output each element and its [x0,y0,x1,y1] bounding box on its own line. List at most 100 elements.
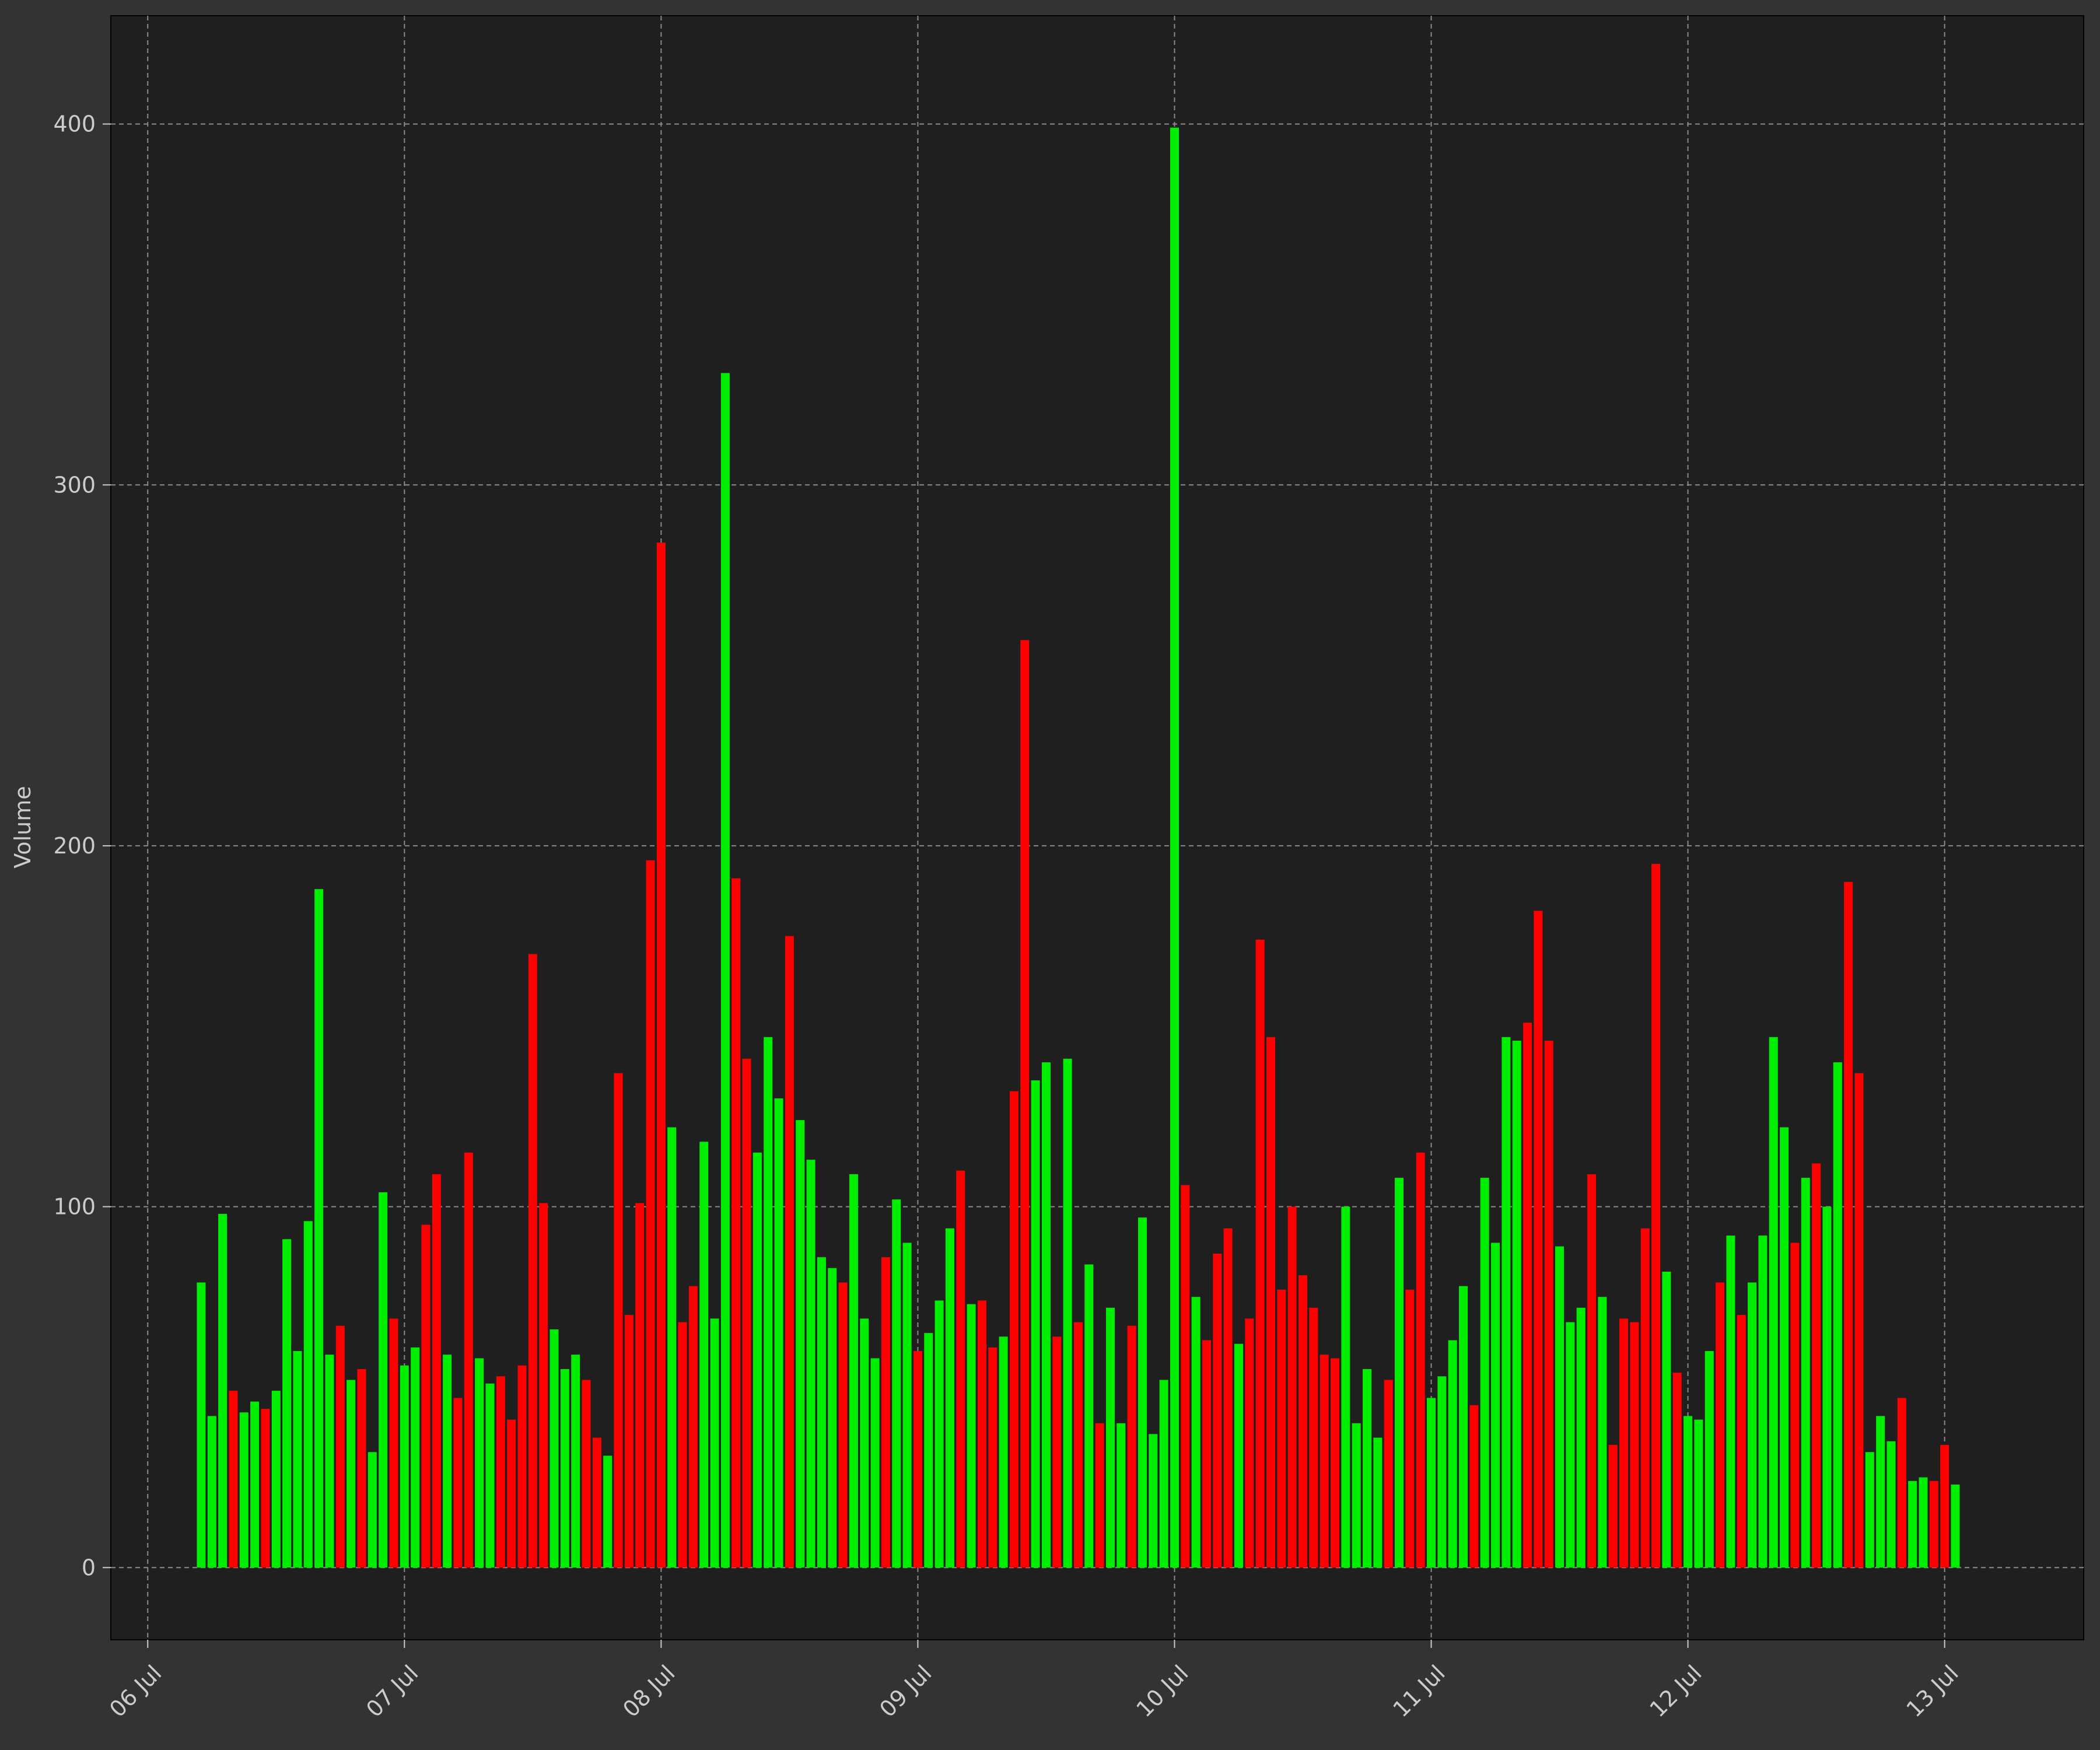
volume-bar-down [1737,1315,1746,1568]
volume-bar-down [389,1318,398,1568]
volume-bar-down [1544,1041,1553,1568]
volume-bar-down [1469,1405,1479,1568]
volume-bar-up [197,1282,206,1568]
volume-bar-down [881,1257,890,1568]
volume-bar-up [667,1127,677,1568]
volume-bar-down [624,1315,634,1568]
volume-bar-up [1822,1206,1832,1568]
volume-bar-up [1159,1380,1168,1568]
volume-bar-up [1598,1297,1607,1568]
volume-bar-up [902,1242,912,1568]
volume-bar-down [1223,1228,1233,1568]
volume-bar-up [1234,1343,1244,1568]
volume-bar-up [699,1142,709,1568]
volume-bar-down [453,1398,463,1568]
volume-bar-down [1213,1254,1222,1568]
volume-bar-down [913,1351,922,1568]
volume-bar-up [752,1152,762,1568]
volume-bar-up [1694,1419,1703,1568]
volume-bar-down [1266,1037,1276,1568]
volume-bar-up [796,1120,805,1568]
volume-bar-down [1844,881,1853,1568]
volume-bar-down [1405,1289,1415,1568]
volume-bar-down [688,1286,698,1568]
volume-bar-down [1277,1289,1286,1568]
volume-bar-down [1287,1206,1297,1568]
volume-bar-down [1790,1242,1800,1568]
volume-bar-up [1084,1264,1094,1568]
volume-bar-down [507,1419,516,1568]
volume-bar-up [1191,1297,1200,1568]
volume-bar-down [1630,1322,1639,1568]
y-tick-label: 100 [53,1194,96,1220]
volume-bar-up [1780,1127,1789,1568]
volume-bar-down [229,1391,238,1568]
volume-bar-up [293,1351,302,1568]
volume-bar-up [710,1318,719,1568]
volume-bar-down [1245,1318,1254,1568]
volume-bar-down [678,1322,687,1568]
volume-bar-down [357,1369,366,1568]
volume-bar-up [1908,1480,1917,1568]
volume-bar-down [517,1365,527,1568]
volume-bar-up [945,1228,954,1568]
volume-bar-up [485,1383,495,1568]
volume-bar-down [1619,1318,1629,1568]
volume-bar-up [860,1318,869,1568]
volume-bar-up [443,1354,452,1568]
volume-bar-up [314,889,324,1568]
volume-bar-down [1416,1152,1425,1568]
volume-bar-down [1608,1444,1618,1568]
volume-bar-down [496,1376,505,1568]
volume-bar-up [1362,1369,1372,1568]
volume-bar-up [368,1452,377,1568]
volume-bar-up [1041,1062,1051,1568]
volume-bar-up [999,1336,1008,1568]
volume-bar-up [250,1401,260,1568]
volume-bar-down [1534,911,1543,1568]
volume-bar-up [1865,1452,1874,1568]
volume-bar-up [1726,1236,1735,1568]
volume-bar-down [1009,1091,1019,1568]
volume-bar-up [1149,1434,1158,1568]
volume-bar-up [967,1304,976,1568]
volume-bar-chart: 0100200300400 06 Jul 07 Jul 08 Jul 09 Jul 10… [0,0,2100,1750]
volume-bar-down [732,878,741,1568]
volume-bar-down [1127,1325,1136,1568]
volume-bar-up [892,1199,901,1568]
volume-bar-down [656,542,666,1568]
volume-bar-up [475,1358,484,1568]
volume-bar-up [1512,1041,1521,1568]
y-axis-label: Volume [10,786,36,868]
volume-bar-up [603,1455,612,1568]
volume-bar-down [1255,939,1265,1568]
volume-bar-down [432,1174,441,1568]
volume-bar-up [1459,1286,1468,1568]
volume-bar-down [1672,1373,1682,1568]
volume-bar-down [1940,1444,1950,1568]
volume-bar-down [1298,1275,1308,1568]
volume-bar-down [1897,1398,1906,1568]
volume-bar-up [1480,1178,1489,1568]
volume-bar-down [838,1282,848,1568]
volume-bar-up [1502,1037,1511,1568]
volume-bar-down [1020,640,1030,1568]
volume-bar-up [1555,1246,1564,1568]
y-tick-label: 300 [53,472,96,498]
volume-bar-down [1929,1480,1938,1568]
volume-bar-up [1566,1322,1575,1568]
volume-bar-down [539,1203,548,1568]
volume-bar-up [817,1257,826,1568]
volume-bar-down [528,954,537,1568]
volume-bar-down [977,1300,986,1568]
y-tick-label: 400 [53,111,96,137]
volume-bar-up [1427,1398,1436,1568]
volume-bar-down [988,1347,998,1568]
volume-bar-up [346,1380,356,1568]
volume-bar-up [1748,1282,1757,1568]
volume-bar-down [261,1409,270,1568]
volume-bar-down [1854,1073,1864,1568]
volume-bar-up [1448,1340,1457,1568]
volume-bar-up [1105,1307,1115,1568]
volume-bar-up [774,1098,783,1568]
